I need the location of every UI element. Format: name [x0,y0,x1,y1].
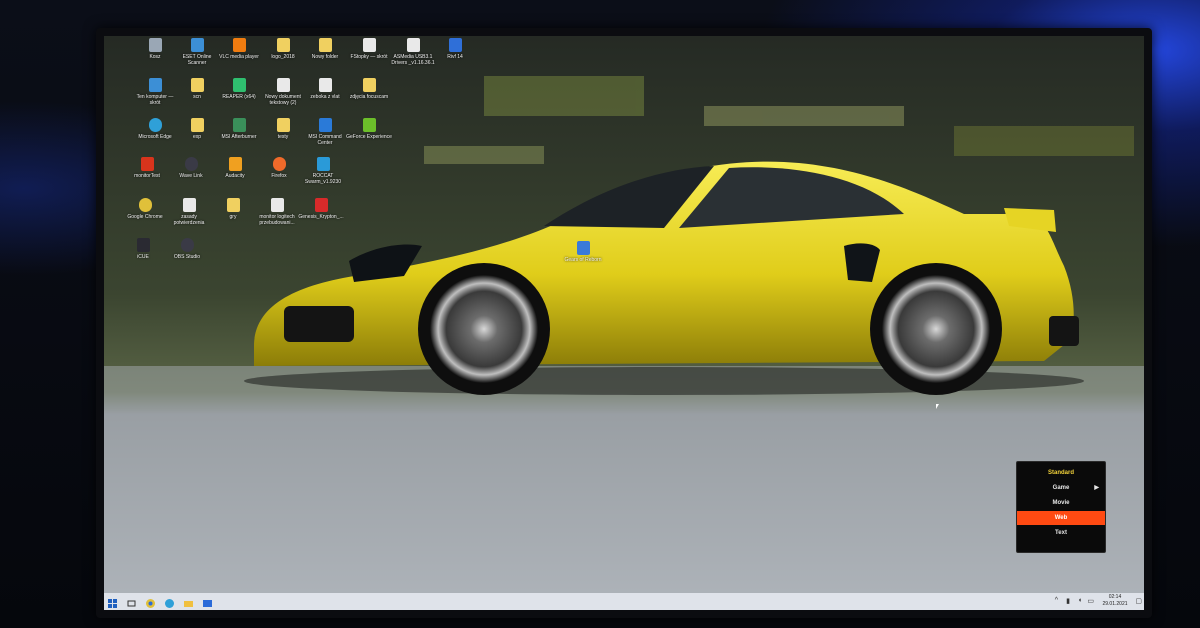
desktop-icon[interactable]: zeboka z vlat [302,78,348,100]
folder-icon [190,78,204,92]
desktop-icon[interactable]: logo_2018 [260,38,306,60]
windows-start-icon[interactable] [107,596,118,608]
text-file-icon [182,198,196,212]
notification-icon[interactable]: ▢ [1135,597,1142,605]
document-icon [448,38,462,52]
desktop-icon[interactable]: scn [174,78,220,100]
chrome-icon[interactable] [145,596,156,608]
desktop-icon[interactable]: Firefox [256,157,302,179]
flash-icon [140,157,154,171]
desktop-icon[interactable]: Gears of Reborn [560,241,606,263]
chrome-icon [138,198,152,212]
file-explorer-icon[interactable] [183,596,194,607]
network-icon[interactable]: ▮ [1066,597,1070,605]
monitor-screen: Kosz ESET Online Scanner VLC media playe… [104,36,1144,610]
shortcut-file-icon [362,38,376,52]
desktop-icon[interactable]: Wave Link [168,157,214,179]
desktop-icon[interactable]: zasady potwierdzenia [166,198,212,226]
desktop-icon[interactable]: exp [174,118,220,140]
desktop-icon[interactable]: ASMedia USB3.1 Drivers _v1.16.36.1 [390,38,436,66]
taskbar: ^ ▮ ◖ ▭ 02:14 29.01.2021 ▢ [104,593,1144,610]
keyboard-icon[interactable]: ▭ [1087,597,1094,605]
game-icon [576,241,590,255]
desktop-icon[interactable]: VLC media player [216,38,262,60]
desktop-icon[interactable]: Microsoft Edge [132,118,178,140]
osd-item-movie[interactable]: Movie [1017,496,1105,510]
desktop-icon[interactable]: REAPER (x64) [216,78,262,100]
desktop-icon[interactable]: MSI Afterburner [216,118,262,140]
file-icon [318,78,332,92]
text-file-icon [276,78,290,92]
computer-icon [148,78,162,92]
folder-icon [362,78,376,92]
desktop-icon[interactable]: FStopky — skrót [346,38,392,60]
desktop-icon[interactable]: ESET Online Scanner [174,38,220,66]
desktop-icon[interactable]: Ten komputer — skrót [132,78,178,106]
osd-item-text[interactable]: Text [1017,526,1105,540]
desktop-icon[interactable]: zdjęcia focuscam [346,78,392,100]
desktop-icon[interactable]: Google Chrome [122,198,168,220]
desktop-icon[interactable]: Nowy folder [302,38,348,60]
mouse-cursor [936,404,939,409]
recycle-bin-icon [148,38,162,52]
msi-command-center-icon [318,118,332,132]
genesis-krypton-icon [314,198,328,212]
vlc-icon [232,38,246,52]
submenu-arrow-icon: ▶ [1094,485,1099,491]
icue-icon [136,238,150,252]
desktop-icon[interactable]: OBS Studio [164,238,210,260]
taskbar-clock[interactable]: 02:14 29.01.2021 [1098,594,1132,608]
osd-item-game[interactable]: Game ▶ [1017,481,1105,495]
msi-afterburner-icon [232,118,246,132]
desktop-icon[interactable]: ROCCAT Swarm_v1.9230 [300,157,346,185]
roccat-swarm-icon [316,157,330,171]
edge-icon[interactable] [164,596,175,608]
desktop-icon[interactable]: testy [260,118,306,140]
firefox-icon [272,157,286,171]
desktop-icon[interactable]: GeForce Experience [346,118,392,140]
osd-item-standard[interactable]: Standard [1017,466,1105,480]
desktop-icon[interactable]: Genesis_Krypton_... [298,198,344,220]
task-view-icon[interactable] [126,596,137,607]
monitor-osd-menu: Standard Game ▶ Movie Web Text [1016,461,1106,553]
desktop-icon[interactable]: Audacity [212,157,258,179]
audacity-icon [228,157,242,171]
folder-icon [276,38,290,52]
desktop-icon[interactable]: Rivf 14 [432,38,478,60]
edge-icon [148,118,162,132]
obs-studio-icon [180,238,194,252]
folder-icon [318,38,332,52]
mail-icon[interactable] [202,596,213,607]
file-icon [406,38,420,52]
osd-item-web[interactable]: Web [1017,511,1105,525]
geforce-experience-icon [362,118,376,132]
folder-icon [276,118,290,132]
desktop-icon[interactable]: gry [210,198,256,220]
volume-icon[interactable]: ◖ [1078,597,1082,604]
desktop-icon[interactable]: MSI Command Center [302,118,348,146]
desktop-icon[interactable]: Nowy dokument tekstowy (2) [260,78,306,106]
folder-icon [226,198,240,212]
tray-chevron-icon[interactable]: ^ [1055,597,1058,604]
text-file-icon [270,198,284,212]
wave-link-icon [184,157,198,171]
desktop-icon[interactable]: monitor logitech przebudowani... [254,198,300,226]
eset-icon [190,38,204,52]
reaper-icon [232,78,246,92]
folder-icon [190,118,204,132]
desktop-icon[interactable]: Kosz [132,38,178,60]
desktop-icon[interactable]: monitorTest [124,157,170,179]
desktop-icon[interactable]: iCUE [120,238,166,260]
